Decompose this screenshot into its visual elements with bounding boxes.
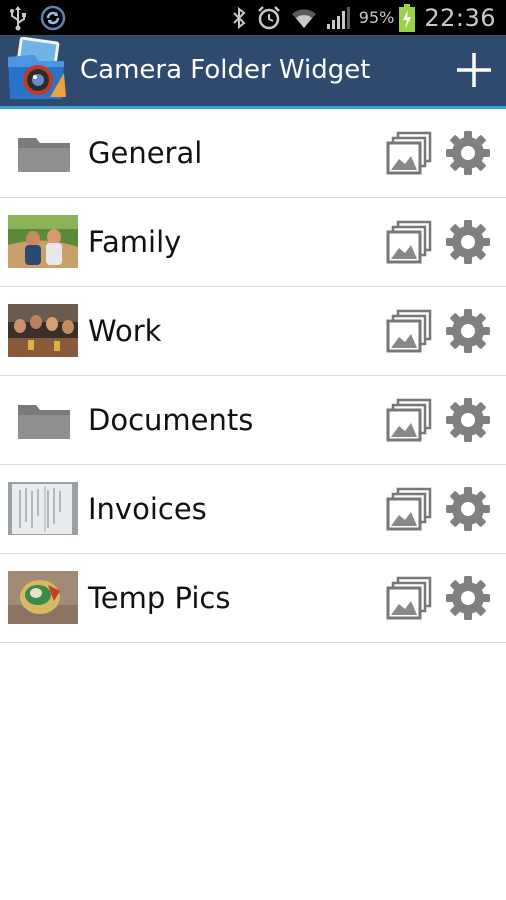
gallery-button[interactable]	[386, 220, 432, 264]
camera-folder-app-icon	[8, 37, 66, 99]
wifi-icon	[291, 8, 316, 28]
work-photo-thumbnail	[8, 304, 78, 357]
folder-row-invoices[interactable]: Invoices	[0, 465, 506, 554]
add-icon	[457, 53, 491, 87]
gallery-button[interactable]	[386, 576, 432, 620]
family-photo-thumbnail	[8, 215, 78, 268]
gear-icon[interactable]	[444, 574, 492, 622]
folder-name: Invoices	[88, 492, 207, 526]
gallery-button[interactable]	[386, 487, 432, 531]
folder-list: General Family Work Documents Invoices T…	[0, 109, 506, 643]
add-folder-button[interactable]	[454, 50, 494, 90]
folder-row-general[interactable]: General	[0, 109, 506, 198]
folder-name: Work	[88, 314, 162, 348]
sync-icon	[40, 5, 66, 30]
signal-icon	[326, 6, 350, 29]
folder-row-temp-pics[interactable]: Temp Pics	[0, 554, 506, 643]
folder-icon	[18, 138, 70, 172]
gear-icon[interactable]	[444, 307, 492, 355]
gallery-button[interactable]	[386, 131, 432, 175]
folder-name: Documents	[88, 403, 254, 437]
folder-name: General	[88, 136, 203, 170]
battery-percent: 95%	[358, 8, 395, 27]
gear-icon[interactable]	[444, 129, 492, 177]
battery-charging-icon	[399, 3, 416, 32]
gallery-button[interactable]	[386, 398, 432, 442]
gallery-button[interactable]	[386, 309, 432, 353]
folder-name: Family	[88, 225, 182, 259]
usb-icon	[10, 5, 26, 30]
alarm-icon	[257, 5, 280, 29]
folder-row-documents[interactable]: Documents	[0, 376, 506, 465]
gear-icon[interactable]	[444, 485, 492, 533]
bluetooth-icon	[233, 6, 246, 29]
invoices-photo-thumbnail	[8, 482, 78, 535]
status-bar: 95% 22:36	[0, 0, 506, 35]
folder-name: Temp Pics	[88, 581, 231, 615]
folder-row-family[interactable]: Family	[0, 198, 506, 287]
folder-icon	[18, 405, 70, 439]
clock: 22:36	[424, 3, 496, 32]
folder-row-work[interactable]: Work	[0, 287, 506, 376]
app-bar: Camera Folder Widget	[0, 35, 506, 109]
gear-icon[interactable]	[444, 218, 492, 266]
temp-pics-photo-thumbnail	[8, 571, 78, 624]
app-title: Camera Folder Widget	[80, 55, 371, 85]
gear-icon[interactable]	[444, 396, 492, 444]
